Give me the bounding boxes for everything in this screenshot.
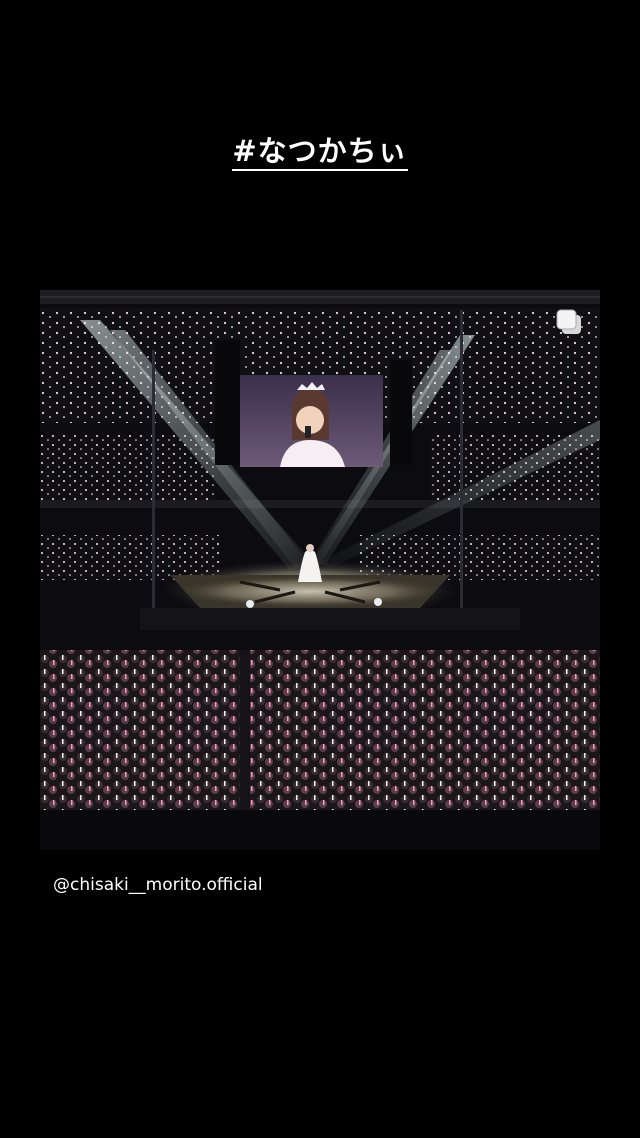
concert-scene [40,290,600,850]
instagram-story: #なつかちぃ @chisaki__morito.official [0,0,640,1138]
copy-icon[interactable] [554,307,584,337]
mention-tag[interactable]: @chisaki__morito.official [53,874,263,896]
concert-photo [40,290,600,850]
hashtag-sticker[interactable]: #なつかちぃ [0,134,640,171]
hashtag-text[interactable]: #なつかちぃ [232,134,408,171]
